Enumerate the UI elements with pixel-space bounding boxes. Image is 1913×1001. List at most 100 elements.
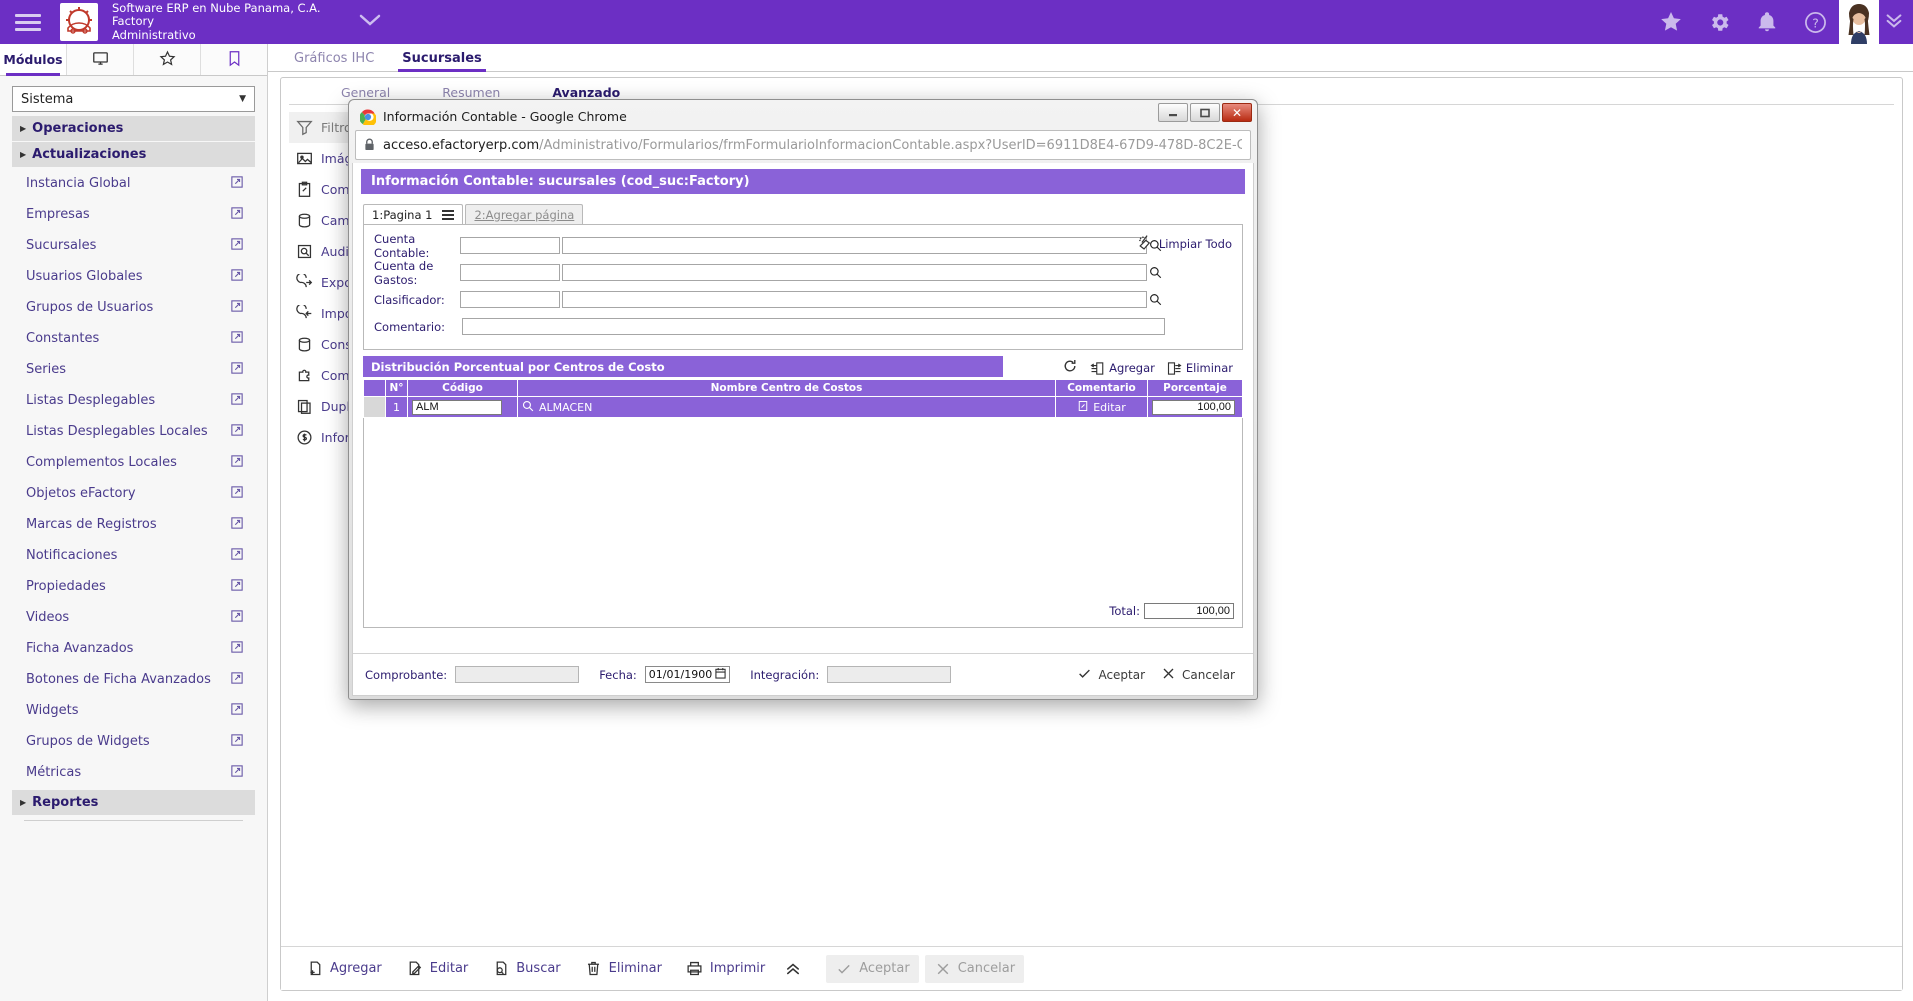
external-link-icon[interactable]: [231, 702, 243, 719]
sidebar-item-usuarios-globales[interactable]: Usuarios Globales: [12, 261, 255, 292]
module-select[interactable]: Sistema ▼: [12, 86, 255, 112]
external-link-icon[interactable]: [231, 609, 243, 626]
external-link-icon[interactable]: [231, 578, 243, 595]
external-link-icon[interactable]: [231, 392, 243, 409]
sidebar-group-reportes[interactable]: ▶ Reportes: [12, 790, 255, 816]
cuenta-gastos-code-input[interactable]: [460, 264, 560, 281]
row-porcentaje-input[interactable]: [1152, 399, 1235, 415]
dialog-aceptar-button[interactable]: Aceptar: [1077, 666, 1145, 684]
sidebar-item-ficha-avanzados[interactable]: Ficha Avanzados: [12, 633, 255, 664]
external-link-icon[interactable]: [231, 268, 243, 285]
row-codigo-cell[interactable]: [407, 396, 518, 418]
chrome-address-bar[interactable]: acceso.efactoryerp.com/Administrativo/Fo…: [355, 130, 1251, 160]
aceptar-button[interactable]: Aceptar: [826, 954, 919, 983]
avatar[interactable]: [1839, 0, 1879, 44]
sidebar-item-metricas[interactable]: Métricas: [12, 757, 255, 788]
search-icon[interactable]: [522, 400, 534, 415]
sidebar-item-propiedades[interactable]: Propiedades: [12, 571, 255, 602]
menu-icon[interactable]: [442, 209, 455, 220]
sidebar-group-operaciones[interactable]: ▶ Operaciones: [12, 116, 255, 142]
gear-icon[interactable]: [1695, 0, 1743, 44]
sidebar-item-videos[interactable]: Videos: [12, 602, 255, 633]
external-link-icon[interactable]: [231, 454, 243, 471]
row-porcentaje-cell[interactable]: [1147, 396, 1243, 418]
star-icon[interactable]: [1647, 0, 1695, 44]
sidebar-group-actualizaciones[interactable]: ▶ Actualizaciones: [12, 142, 255, 168]
sidebar-item-complementos-locales[interactable]: Complementos Locales: [12, 447, 255, 478]
sidebar-tab-favorites[interactable]: [134, 44, 201, 75]
page-tab-add[interactable]: 2:Agregar página: [465, 204, 584, 224]
external-link-icon[interactable]: [231, 485, 243, 502]
imprimir-button[interactable]: Imprimir: [677, 955, 774, 983]
external-link-icon[interactable]: [231, 206, 243, 223]
sidebar-item-listas-desplegables-locales[interactable]: Listas Desplegables Locales: [12, 416, 255, 447]
limpiar-todo-button[interactable]: Limpiar Todo: [1135, 233, 1232, 255]
page-tab-1[interactable]: 1:Pagina 1: [363, 204, 464, 224]
calendar-icon[interactable]: [715, 667, 726, 682]
agregar-button[interactable]: Agregar: [297, 955, 391, 983]
fecha-input[interactable]: 01/01/1900: [644, 666, 731, 683]
hamburger-icon[interactable]: [0, 13, 56, 31]
editar-button[interactable]: Editar: [397, 955, 478, 983]
header-expand-icon[interactable]: [357, 12, 383, 32]
header-collapse-icon[interactable]: [1879, 9, 1909, 35]
grid-eliminar-button[interactable]: Eliminar: [1167, 361, 1233, 376]
sidebar-item-constantes[interactable]: Constantes: [12, 323, 255, 354]
search-icon[interactable]: [1147, 266, 1163, 279]
close-icon[interactable]: ✕: [1222, 103, 1252, 122]
external-link-icon[interactable]: [231, 764, 243, 781]
sidebar-item-listas-desplegables[interactable]: Listas Desplegables: [12, 385, 255, 416]
comprobante-input[interactable]: [455, 666, 580, 683]
sidebar-item-notificaciones[interactable]: Notificaciones: [12, 540, 255, 571]
minimize-icon[interactable]: [1158, 103, 1188, 122]
buscar-button[interactable]: Buscar: [483, 955, 569, 983]
grid-agregar-button[interactable]: Agregar: [1090, 361, 1155, 376]
external-link-icon[interactable]: [231, 299, 243, 316]
external-link-icon[interactable]: [231, 640, 243, 657]
sidebar-tab-modulos[interactable]: Módulos: [0, 44, 67, 76]
row-comentario-cell[interactable]: Editar: [1055, 396, 1148, 418]
sidebar-tab-bookmarks[interactable]: [201, 44, 267, 75]
integracion-input[interactable]: [827, 666, 952, 683]
chrome-titlebar[interactable]: Información Contable - Google Chrome ✕: [352, 103, 1254, 130]
external-link-icon[interactable]: [231, 330, 243, 347]
external-link-icon[interactable]: [231, 671, 243, 688]
sidebar-item-sucursales[interactable]: Sucursales: [12, 230, 255, 261]
comentario-input[interactable]: [462, 318, 1165, 335]
sidebar-item-botones-de-ficha-avanzados[interactable]: Botones de Ficha Avanzados: [12, 664, 255, 695]
sidebar-tab-monitor[interactable]: [67, 44, 134, 75]
external-link-icon[interactable]: [231, 361, 243, 378]
row-editar-link[interactable]: Editar: [1057, 400, 1146, 415]
tab-sucursales[interactable]: Sucursales: [388, 51, 496, 72]
cancelar-button[interactable]: Cancelar: [924, 954, 1025, 983]
maximize-icon[interactable]: [1190, 103, 1220, 122]
clasificador-code-input[interactable]: [460, 291, 560, 308]
sidebar-item-grupos-de-widgets[interactable]: Grupos de Widgets: [12, 726, 255, 757]
search-icon[interactable]: [1147, 293, 1163, 306]
tab-graficos-ihc[interactable]: Gráficos IHC: [280, 51, 388, 71]
sidebar-item-series[interactable]: Series: [12, 354, 255, 385]
row-select-cell[interactable]: [363, 396, 386, 418]
sidebar-item-instancia-global[interactable]: Instancia Global: [12, 168, 255, 199]
bell-icon[interactable]: [1743, 0, 1791, 44]
external-link-icon[interactable]: [231, 733, 243, 750]
external-link-icon[interactable]: [231, 547, 243, 564]
collapse-toolbar-button[interactable]: [780, 955, 806, 983]
external-link-icon[interactable]: [231, 175, 243, 192]
eliminar-button[interactable]: Eliminar: [576, 955, 671, 983]
dialog-cancelar-button[interactable]: Cancelar: [1161, 666, 1235, 684]
external-link-icon[interactable]: [231, 237, 243, 254]
sidebar-item-empresas[interactable]: Empresas: [12, 199, 255, 230]
sidebar-item-grupos-de-usuarios[interactable]: Grupos de Usuarios: [12, 292, 255, 323]
sidebar-item-marcas-de-registros[interactable]: Marcas de Registros: [12, 509, 255, 540]
clasificador-name-input[interactable]: [562, 291, 1147, 308]
external-link-icon[interactable]: [231, 516, 243, 533]
sidebar-item-widgets[interactable]: Widgets: [12, 695, 255, 726]
external-link-icon[interactable]: [231, 423, 243, 440]
sidebar-item-objetos-efactory[interactable]: Objetos eFactory: [12, 478, 255, 509]
cuenta-gastos-name-input[interactable]: [562, 264, 1147, 281]
table-row[interactable]: 1 ALMACEN: [363, 396, 1243, 418]
help-icon[interactable]: ?: [1791, 0, 1839, 44]
cuenta-contable-code-input[interactable]: [460, 237, 560, 254]
cuenta-contable-name-input[interactable]: [562, 237, 1147, 254]
